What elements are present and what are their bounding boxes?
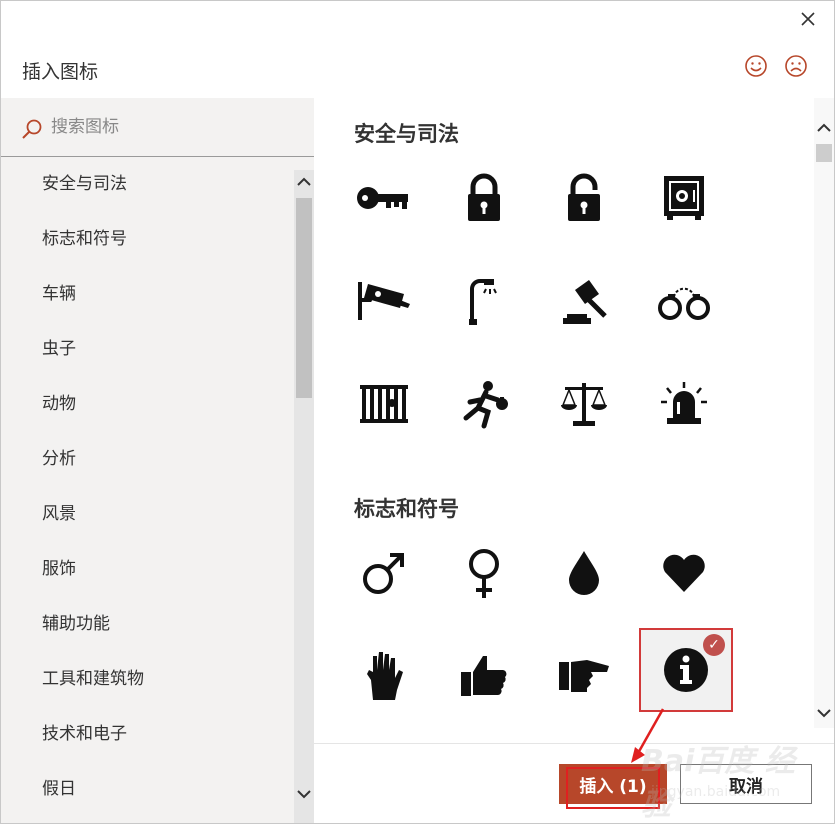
thief-running-icon[interactable] xyxy=(436,356,532,452)
category-item-signs-symbols[interactable]: 标志和符号 xyxy=(1,212,294,267)
category-pane: 安全与司法 标志和符号 车辆 虫子 动物 分析 风景 服饰 辅助功能 工具和建筑… xyxy=(1,98,314,823)
category-item-technology[interactable]: 技术和电子 xyxy=(1,707,294,762)
info-icon xyxy=(664,648,708,692)
feedback-buttons xyxy=(744,54,808,78)
category-item-accessibility[interactable]: 辅助功能 xyxy=(1,597,294,652)
pointing-hand-icon[interactable] xyxy=(536,628,632,724)
smile-icon[interactable] xyxy=(744,54,768,78)
handcuffs-icon[interactable] xyxy=(636,253,732,349)
insert-icons-dialog: 插入图标 安全与司法 标志和符号 车辆 虫子 动物 分析 风景 服饰 辅助功能 … xyxy=(0,0,835,824)
water-drop-icon[interactable] xyxy=(536,525,632,621)
street-lamp-icon[interactable] xyxy=(436,253,532,349)
lock-closed-icon[interactable] xyxy=(436,150,532,246)
chevron-down-icon[interactable] xyxy=(814,703,834,723)
chevron-down-icon[interactable] xyxy=(294,784,314,804)
category-item-analytics[interactable]: 分析 xyxy=(1,432,294,487)
cancel-button[interactable]: 取消 xyxy=(680,764,812,804)
insert-button[interactable]: 插入 (1) xyxy=(559,764,667,804)
gavel-icon[interactable] xyxy=(536,253,632,349)
category-item-apparel[interactable]: 服饰 xyxy=(1,542,294,597)
safe-icon[interactable] xyxy=(636,150,732,246)
category-item-landscape[interactable]: 风景 xyxy=(1,487,294,542)
heart-icon[interactable] xyxy=(636,525,732,621)
search-box xyxy=(1,98,314,157)
thumbs-up-icon[interactable] xyxy=(436,628,532,724)
close-button[interactable] xyxy=(796,7,820,31)
chevron-up-icon[interactable] xyxy=(814,118,834,138)
scrollbar-thumb[interactable] xyxy=(296,198,312,398)
male-symbol-icon[interactable] xyxy=(336,525,432,621)
section-title-security: 安全与司法 xyxy=(354,122,459,146)
section-title-signs: 标志和符号 xyxy=(354,497,459,521)
gallery-scrollbar[interactable] xyxy=(814,98,834,728)
category-item-bugs[interactable]: 虫子 xyxy=(1,322,294,377)
siren-icon[interactable] xyxy=(636,356,732,452)
scales-of-justice-icon[interactable] xyxy=(536,356,632,452)
selected-check-icon: ✓ xyxy=(703,634,725,656)
jail-icon[interactable] xyxy=(336,356,432,452)
search-icon xyxy=(22,119,42,139)
lock-open-icon[interactable] xyxy=(536,150,632,246)
raised-hand-icon[interactable] xyxy=(336,628,432,724)
frown-icon[interactable] xyxy=(784,54,808,78)
icon-gallery: 安全与司法 标志和符号 ✓ xyxy=(314,98,814,743)
close-icon xyxy=(801,12,815,26)
category-list: 安全与司法 标志和符号 车辆 虫子 动物 分析 风景 服饰 辅助功能 工具和建筑… xyxy=(1,157,294,823)
female-symbol-icon[interactable] xyxy=(436,525,532,621)
scrollbar-thumb[interactable] xyxy=(816,144,832,162)
security-camera-icon[interactable] xyxy=(336,253,432,349)
search-input[interactable] xyxy=(51,113,291,141)
category-item-animals[interactable]: 动物 xyxy=(1,377,294,432)
chevron-up-icon[interactable] xyxy=(294,172,314,192)
category-item-security-justice[interactable]: 安全与司法 xyxy=(1,157,294,212)
category-item-vehicles[interactable]: 车辆 xyxy=(1,267,294,322)
category-item-tools-buildings[interactable]: 工具和建筑物 xyxy=(1,652,294,707)
dialog-footer: 插入 (1) 取消 xyxy=(314,743,834,823)
dialog-title: 插入图标 xyxy=(22,61,99,83)
info-icon-selected[interactable]: ✓ xyxy=(639,628,733,712)
category-scrollbar[interactable] xyxy=(294,170,314,823)
key-icon[interactable] xyxy=(336,150,432,246)
category-item-holidays[interactable]: 假日 xyxy=(1,762,294,817)
